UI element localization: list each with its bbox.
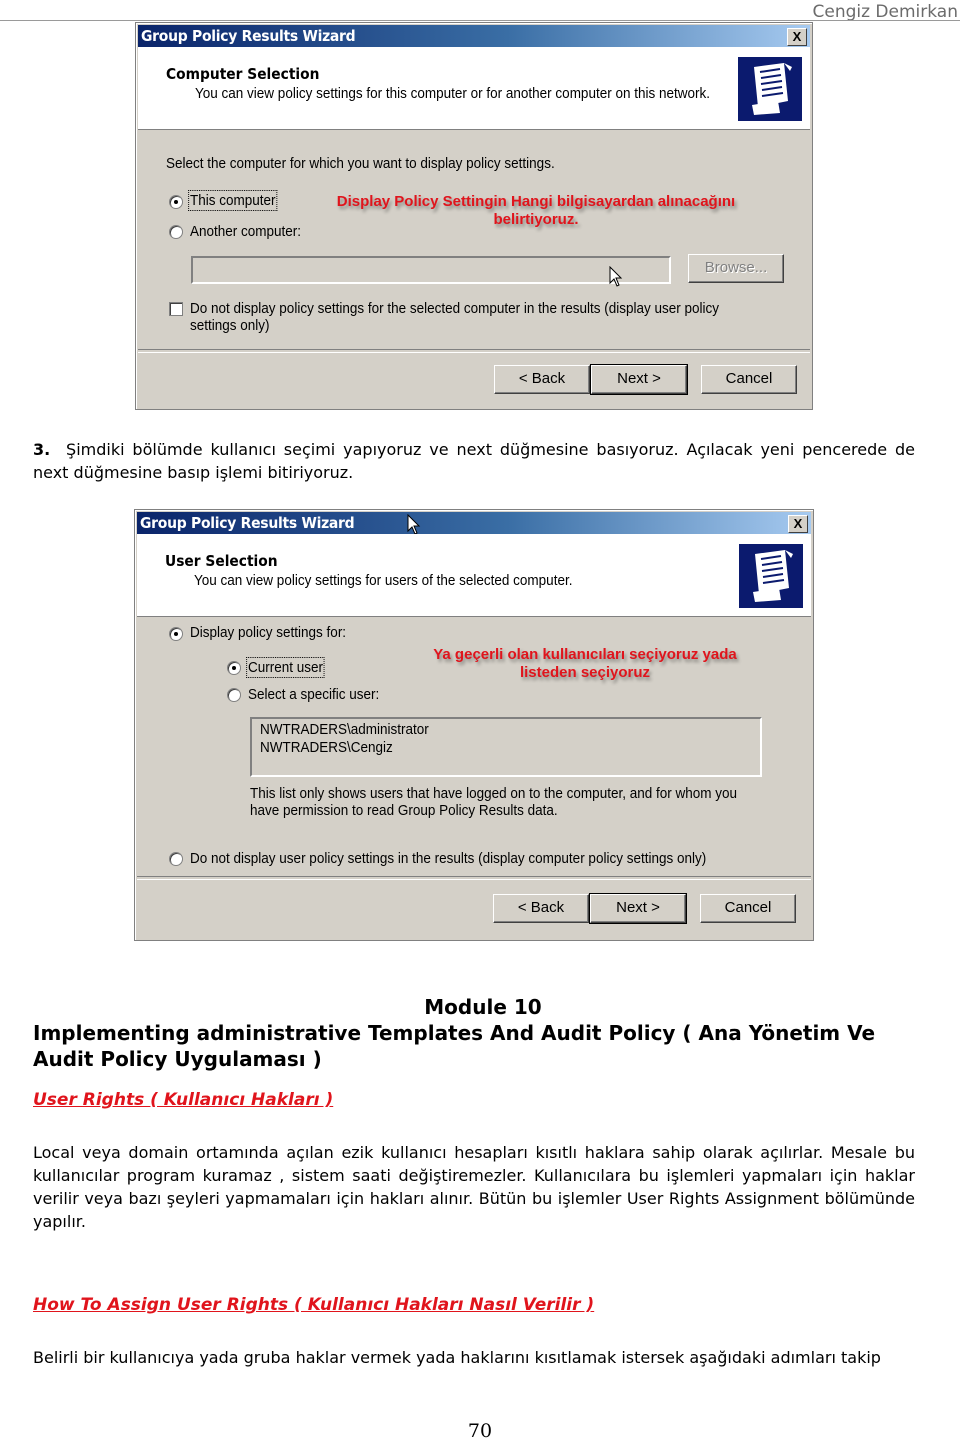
annotation-user: Ya geçerli olan kullanıcıları seçiyoruz …	[405, 646, 765, 682]
wizard-computer-selection: Group Policy Results Wizard X Computer S…	[135, 22, 813, 410]
annotation-line1: Ya geçerli olan kullanıcıları seçiyoruz …	[433, 646, 737, 663]
step-3-paragraph: 3. Şimdiki bölümde kullanıcı seçimi yapı…	[33, 438, 915, 484]
module-title-line2: Audit Policy Uygulaması )	[33, 1047, 322, 1071]
radio-display-policy[interactable]	[169, 627, 183, 641]
radio-this-computer-label[interactable]: This computer	[188, 190, 278, 211]
page-subheading: You can view policy settings for users o…	[194, 572, 573, 589]
radio-current-user-label[interactable]: Current user	[246, 657, 325, 678]
scroll-icon	[738, 57, 802, 121]
wizard-header: Computer Selection You can view policy s…	[138, 47, 810, 130]
list-note-line1: This list only shows users that have log…	[250, 785, 738, 802]
checkbox-label-line1: Do not display policy settings for the s…	[190, 300, 720, 317]
radio-no-user-policy-label[interactable]: Do not display user policy settings in t…	[190, 850, 706, 867]
next-button[interactable]: Next >	[590, 364, 688, 395]
annotation-computer: Display Policy Settingin Hangi bilgisaya…	[316, 193, 756, 229]
wizard-header: User Selection You can view policy setti…	[137, 534, 811, 617]
module-number: Module 10	[424, 995, 542, 1019]
radio-this-computer[interactable]	[169, 195, 183, 209]
next-button[interactable]: Next >	[589, 893, 687, 924]
window-title: Group Policy Results Wizard	[140, 514, 355, 532]
radio-specific-user-label[interactable]: Select a specific user:	[248, 686, 379, 703]
list-note-line2: have permission to read Group Policy Res…	[250, 802, 558, 819]
browse-button-label: Browse...	[704, 259, 768, 276]
page-subheading: You can view policy settings for this co…	[195, 85, 711, 102]
user-list-item[interactable]: NWTRADERS\Cengiz	[260, 739, 393, 756]
radio-another-computer-label[interactable]: Another computer:	[190, 223, 301, 240]
cancel-button[interactable]: Cancel	[700, 894, 796, 923]
close-button[interactable]: X	[788, 515, 808, 533]
radio-another-computer[interactable]	[169, 225, 183, 239]
module-title: Module 10 Implementing administrative Te…	[33, 994, 933, 1072]
radio-specific-user[interactable]	[227, 688, 241, 702]
section-body-user-rights: Local veya domain ortamında açılan ezik …	[33, 1143, 915, 1231]
radio-display-policy-label[interactable]: Display policy settings for:	[190, 624, 346, 641]
section-heading-how-to-assign: How To Assign User Rights ( Kullanıcı Ha…	[33, 1295, 595, 1315]
close-button[interactable]: X	[787, 28, 807, 46]
section-body-how-to-assign: Belirli bir kullanıcıya yada gruba hakla…	[33, 1348, 881, 1367]
step-text: Şimdiki bölümde kullanıcı seçimi yapıyor…	[33, 440, 916, 482]
annotation-line1: Display Policy Settingin Hangi bilgisaya…	[336, 193, 736, 210]
cancel-button[interactable]: Cancel	[701, 365, 797, 394]
header-rule	[0, 20, 960, 21]
checkbox-no-computer-policy[interactable]	[169, 302, 183, 316]
back-button[interactable]: < Back	[494, 365, 590, 394]
back-button[interactable]: < Back	[493, 894, 589, 923]
window-title: Group Policy Results Wizard	[141, 27, 356, 45]
module-title-line1: Implementing administrative Templates An…	[33, 1021, 876, 1045]
user-list-item[interactable]: NWTRADERS\administrator	[260, 721, 429, 738]
page-heading: User Selection	[165, 552, 278, 570]
footer-separator	[137, 876, 811, 880]
annotation-line2: listeden seçiyoruz	[519, 664, 651, 681]
user-listbox[interactable]: NWTRADERS\administrator NWTRADERS\Cengiz	[250, 717, 762, 777]
page-heading: Computer Selection	[166, 65, 320, 83]
title-bar: Group Policy Results Wizard X	[138, 25, 810, 47]
computer-name-input[interactable]	[191, 256, 671, 284]
scroll-icon	[739, 544, 803, 608]
title-bar: Group Policy Results Wizard X	[137, 512, 811, 534]
footer-separator	[138, 349, 810, 353]
checkbox-label-line2: settings only)	[190, 317, 270, 334]
author-name: Cengiz Demirkan	[812, 2, 958, 22]
prompt-text: Select the computer for which you want t…	[166, 155, 555, 172]
browse-button[interactable]: Browse...	[688, 254, 784, 283]
mouse-cursor-icon	[609, 265, 623, 288]
mouse-cursor-icon	[407, 513, 421, 536]
radio-current-user[interactable]	[227, 661, 241, 675]
section-heading-user-rights: User Rights ( Kullanıcı Hakları )	[33, 1090, 334, 1110]
radio-no-user-policy[interactable]	[169, 852, 183, 866]
step-number: 3.	[33, 440, 51, 459]
wizard-user-selection: Group Policy Results Wizard X User Selec…	[134, 509, 814, 941]
annotation-line2: belirtiyoruz.	[493, 211, 579, 228]
